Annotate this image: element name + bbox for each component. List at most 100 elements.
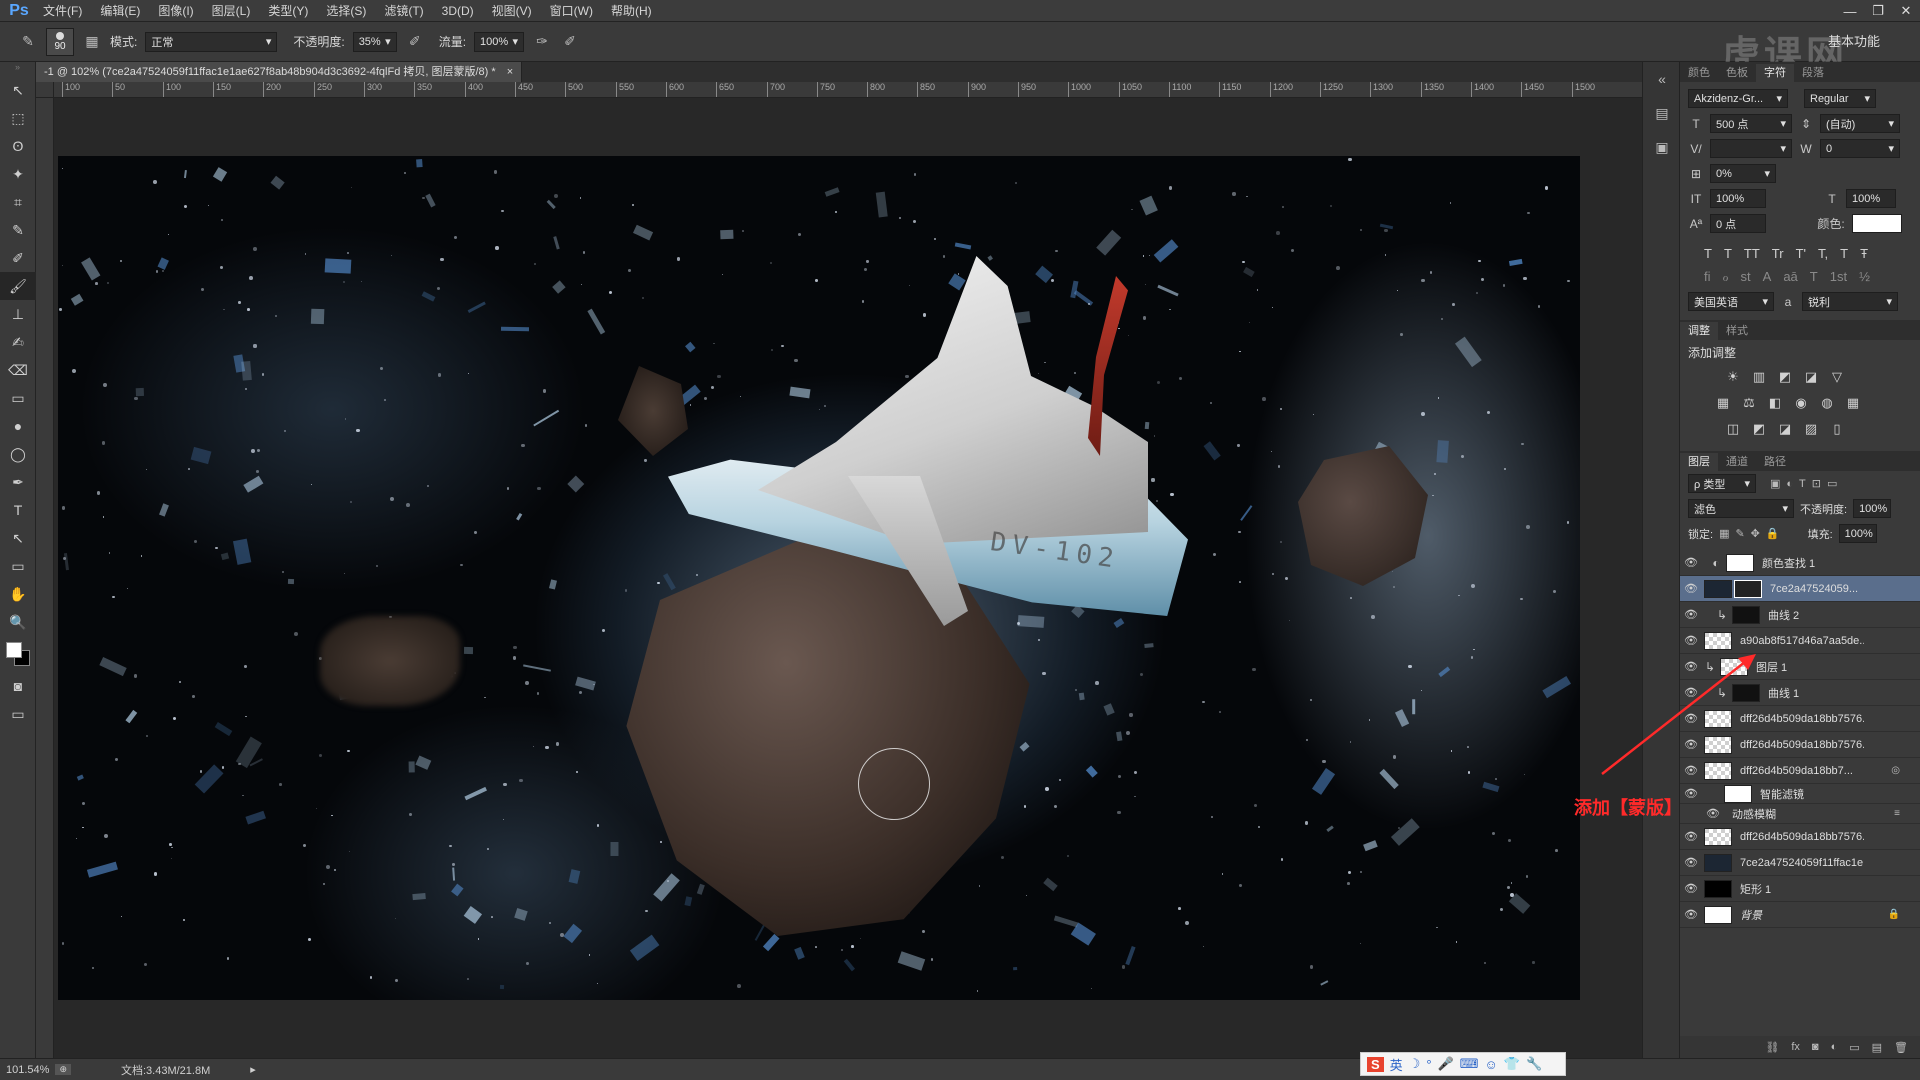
add-mask-icon[interactable]: ◙ <box>1812 1041 1819 1053</box>
mode-select[interactable]: 正常 ▾ <box>145 31 278 52</box>
language-select[interactable]: 美国英语 ▾ <box>1688 292 1774 311</box>
eye-icon[interactable]: 👁 <box>1702 807 1724 820</box>
old-style-button[interactable]: ℴ <box>1723 269 1729 285</box>
zoom-level[interactable]: 101.54% <box>0 1064 55 1076</box>
crop-tool-icon[interactable]: ⌗ <box>0 188 36 216</box>
tab-styles[interactable]: 样式 <box>1718 322 1756 340</box>
eye-icon[interactable]: 👁 <box>1680 787 1702 800</box>
font-style-select[interactable]: Regular ▾ <box>1804 89 1876 108</box>
text-color-swatch[interactable] <box>1852 214 1902 233</box>
new-group-icon[interactable]: ▭ <box>1849 1041 1859 1054</box>
pressure-opacity-icon[interactable]: ✐ <box>405 32 425 52</box>
quick-mask-icon[interactable]: ◙ <box>0 672 36 700</box>
artwork-image[interactable]: DV-102 <box>58 156 1580 1000</box>
canvas-area[interactable]: DV-102 <box>54 98 1642 1058</box>
ime-language-toggle[interactable]: 英 <box>1390 1055 1403 1074</box>
workspace-switcher[interactable]: 基本功能 <box>1828 31 1880 50</box>
tab-channels[interactable]: 通道 <box>1718 453 1756 471</box>
titling-alternates-button[interactable]: T <box>1810 269 1818 285</box>
color-swatches[interactable] <box>0 636 36 672</box>
clone-stamp-tool-icon[interactable]: ⊥ <box>0 300 36 328</box>
tab-swatches[interactable]: 色板 <box>1718 64 1756 82</box>
channel-mixer-icon[interactable]: ◍ <box>1818 395 1836 413</box>
eraser-tool-icon[interactable]: ⌫ <box>0 356 36 384</box>
brush-tool-icon[interactable]: 🖌 <box>0 272 36 300</box>
faux-italic-button[interactable]: T <box>1724 246 1732 261</box>
properties-panel-icon[interactable]: ▣ <box>1643 130 1681 164</box>
new-adjustment-icon[interactable]: ◐ <box>1831 1041 1838 1053</box>
tab-character[interactable]: 字符 <box>1756 64 1794 82</box>
blur-tool-icon[interactable]: ● <box>0 412 36 440</box>
menu-filter[interactable]: 滤镜(T) <box>375 0 432 22</box>
kerning-input[interactable]: ▾ <box>1710 139 1792 158</box>
layer-thumbnail[interactable] <box>1704 853 1732 872</box>
brush-panel-toggle-icon[interactable]: ▦ <box>82 32 102 52</box>
filter-options-icon[interactable]: ≡ <box>1894 808 1900 819</box>
color-lookup-icon[interactable]: ▦ <box>1844 395 1862 413</box>
brush-size-picker[interactable]: 90 <box>46 27 74 56</box>
moon-icon[interactable]: ☽ <box>1409 1056 1421 1072</box>
ordinals-button[interactable]: 1st <box>1830 269 1847 285</box>
settings-wrench-icon[interactable]: 🔧 <box>1526 1056 1542 1072</box>
gradient-map-icon[interactable]: ▯ <box>1828 421 1846 439</box>
status-share-icon[interactable]: ⊕ <box>55 1064 71 1075</box>
proportional-spacing-input[interactable]: 0% ▾ <box>1710 164 1776 183</box>
airbrush-icon[interactable]: ✑ <box>532 32 552 52</box>
tab-layers[interactable]: 图层 <box>1680 453 1718 471</box>
fractions-button[interactable]: ½ <box>1859 269 1870 285</box>
underline-button[interactable]: T <box>1840 246 1848 261</box>
curves-icon[interactable]: ◩ <box>1776 369 1794 387</box>
gradient-tool-icon[interactable]: ▭ <box>0 384 36 412</box>
eye-icon[interactable]: 👁 <box>1680 634 1702 647</box>
history-brush-tool-icon[interactable]: ✍ <box>0 328 36 356</box>
punctuation-icon[interactable]: ° <box>1426 1057 1431 1072</box>
superscript-button[interactable]: T' <box>1796 246 1806 261</box>
leading-input[interactable]: (自动) ▾ <box>1820 114 1900 133</box>
ligature-button[interactable]: fi <box>1704 269 1711 285</box>
layer-thumbnail[interactable] <box>1704 905 1732 924</box>
path-selection-tool-icon[interactable]: ↖ <box>0 524 36 552</box>
ruler-origin[interactable] <box>36 82 54 98</box>
minimize-icon[interactable]: — <box>1836 0 1864 22</box>
posterize-icon[interactable]: ◩ <box>1750 421 1768 439</box>
eye-icon[interactable]: 👁 <box>1680 556 1702 569</box>
layer-thumbnail[interactable] <box>1704 579 1732 598</box>
eye-icon[interactable]: 👁 <box>1680 608 1702 621</box>
invert-icon[interactable]: ◫ <box>1724 421 1742 439</box>
document-tab[interactable]: -1 @ 102% (7ce2a47524059f11ffac1e1ae627f… <box>36 62 523 82</box>
panel-grip-icon[interactable]: « <box>1643 62 1681 96</box>
flow-input[interactable]: 100% ▾ <box>474 31 525 52</box>
tab-paths[interactable]: 路径 <box>1756 453 1794 471</box>
layer-row[interactable]: 👁 ◐ 颜色查找 1 <box>1680 550 1920 576</box>
menu-window[interactable]: 窗口(W) <box>541 0 602 22</box>
delete-layer-icon[interactable]: 🗑 <box>1894 1041 1908 1054</box>
dodge-tool-icon[interactable]: ◯ <box>0 440 36 468</box>
vertical-scale-input[interactable]: 100% <box>1710 189 1766 208</box>
baseline-shift-input[interactable]: 0 点 <box>1710 214 1766 233</box>
menu-layer[interactable]: 图层(L) <box>203 0 260 22</box>
eye-icon[interactable]: 👁 <box>1680 882 1702 895</box>
layer-thumbnail[interactable] <box>1704 827 1732 846</box>
restore-icon[interactable]: ❐ <box>1864 0 1892 22</box>
exposure-icon[interactable]: ◪ <box>1802 369 1820 387</box>
faux-bold-button[interactable]: T <box>1704 246 1712 261</box>
menu-edit[interactable]: 编辑(E) <box>91 0 149 22</box>
lock-icons[interactable]: ▦✎✥🔒 <box>1719 527 1786 540</box>
strikethrough-button[interactable]: Ŧ <box>1860 246 1868 261</box>
font-size-input[interactable]: 500 点 ▾ <box>1710 114 1792 133</box>
antialias-select[interactable]: 锐利 ▾ <box>1802 292 1898 311</box>
stylistic-alternates-button[interactable]: aā <box>1783 269 1797 285</box>
layer-row[interactable]: 👁 背景 🔒 <box>1680 902 1920 928</box>
layer-row[interactable]: 👁 ↳ 曲线 2 <box>1680 602 1920 628</box>
swash-button[interactable]: A <box>1763 269 1772 285</box>
curves-mask-thumbnail[interactable] <box>1732 605 1760 624</box>
healing-brush-tool-icon[interactable]: ✐ <box>0 244 36 272</box>
color-balance-icon[interactable]: ⚖ <box>1740 395 1758 413</box>
status-menu-arrow-icon[interactable]: ▸ <box>250 1063 256 1076</box>
eye-icon[interactable]: 👁 <box>1680 582 1702 595</box>
selective-color-icon[interactable]: ▨ <box>1802 421 1820 439</box>
layer-opacity-input[interactable]: 100% <box>1853 499 1892 518</box>
black-white-icon[interactable]: ◧ <box>1766 395 1784 413</box>
all-caps-button[interactable]: TT <box>1744 246 1760 261</box>
tab-color[interactable]: 颜色 <box>1680 64 1718 82</box>
